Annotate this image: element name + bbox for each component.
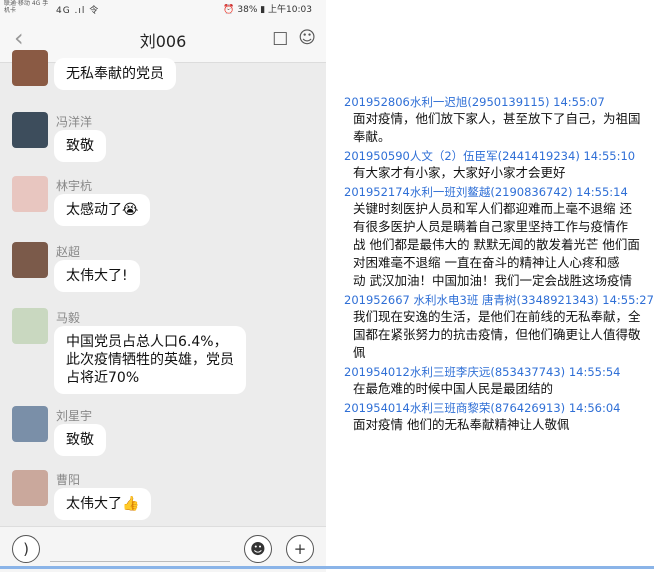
avatar[interactable] (12, 50, 48, 86)
entry-line: 我们现在安逸的生活，是他们在前线的无私奉献，全 (353, 309, 641, 324)
sender-name: 刘星宇 (56, 409, 93, 423)
entry-line: 国都在紧张努力的抗击疫情，但他们确更让人值得敬 (353, 327, 641, 342)
entry-line: 面对疫情 他们的无私奉献精神让人敬佩 (353, 417, 570, 432)
bubble-line: 占将近70% (66, 370, 140, 386)
notebook-icon[interactable]: □ (272, 28, 288, 48)
message-bubble[interactable]: 太伟大了👍 (54, 488, 152, 520)
entry-body: 有大家才有小家，大家好小家才会更好 (344, 164, 654, 182)
avatar[interactable] (12, 406, 48, 442)
entry-line: 有大家才有小家，大家好小家才会更好 (353, 165, 566, 180)
log-entry: 201954012水利三班李庆远(853437743) 14:55:54 在最危… (344, 364, 654, 398)
message-bubble[interactable]: 致敬 (54, 424, 106, 456)
avatar[interactable] (12, 308, 48, 344)
entry-line: 动 武汉加油！中国加油！我们一定会战胜这场疫情 (353, 273, 632, 288)
group-members-icon[interactable]: ☺ (298, 28, 316, 48)
voice-icon[interactable]: ) (12, 535, 40, 563)
signal-icon: 4G .ıl 令 (56, 6, 100, 16)
avatar[interactable] (12, 470, 48, 506)
bottom-divider (0, 566, 654, 569)
message-bubble[interactable]: 太伟大了! (54, 260, 140, 292)
log-entry: 201954014水利三班商黎荣(876426913) 14:56:04 面对疫… (344, 400, 654, 434)
entry-line: 佩 (353, 345, 366, 360)
entry-header: 201954012水利三班李庆远(853437743) 14:55:54 (344, 365, 621, 379)
log-entry: 201952806水利一迟旭(2950139115) 14:55:07 面对疫情… (344, 94, 654, 146)
entry-body: 在最危难的时候中国人民是最团结的 (344, 380, 654, 398)
sender-name: 赵超 (56, 245, 81, 259)
plus-icon[interactable]: + (286, 535, 314, 563)
phone-screenshot: 联通·移动 4G 手机卡 4G .ıl 令 ⏰ 38% ▮ 上午10:03 ‹ … (0, 0, 326, 572)
message-bubble[interactable]: 太感动了😭 (54, 194, 151, 226)
entry-header: 201952806水利一迟旭(2950139115) 14:55:07 (344, 95, 605, 109)
bubble-line: 此次疫情牺牲的英雄，党员 (66, 352, 234, 368)
entry-header: 201954014水利三班商黎荣(876426913) 14:56:04 (344, 401, 621, 415)
message-bubble[interactable]: 无私奉献的党员 (54, 58, 176, 90)
entry-line: 有很多医护人员是瞒着自己家里坚持工作与疫情作 (353, 219, 629, 234)
avatar[interactable] (12, 242, 48, 278)
entry-line: 在最危难的时候中国人民是最团结的 (353, 381, 554, 396)
entry-line: 面对疫情，他们放下家人，甚至放下了自己，为祖国 (353, 111, 641, 126)
log-entry: 201952174水利一班刘鳌越(2190836742) 14:55:14 关键… (344, 184, 654, 290)
entry-line: 战 他们都是最伟大的 默默无闻的散发着光芒 他们面 (353, 237, 640, 252)
avatar[interactable] (12, 112, 48, 148)
message-list[interactable]: 无私奉献的党员 冯洋洋 致敬 林宇杭 太感动了😭 赵超 太伟大了! 马毅 中国党… (0, 50, 326, 526)
entry-body: 关键时刻医护人员和军人们都迎难而上毫不退缩 还 有很多医护人员是瞒着自己家里坚持… (344, 200, 654, 290)
entry-body: 我们现在安逸的生活，是他们在前线的无私奉献，全 国都在紧张努力的抗击疫情，但他们… (344, 308, 654, 362)
chat-header: ‹ 刘006 □ ☺ (0, 16, 326, 63)
bubble-line: 中国党员占总人口6.4%， (66, 334, 228, 350)
entry-line: 关键时刻医护人员和军人们都迎难而上毫不退缩 还 (353, 201, 632, 216)
carrier-label: 联通·移动 4G 手机卡 (4, 0, 49, 14)
emoji-icon[interactable]: ☻ (244, 535, 272, 563)
status-right: ⏰ 38% ▮ 上午10:03 (223, 5, 312, 15)
sender-name: 马毅 (56, 311, 81, 325)
sender-name: 林宇杭 (56, 179, 93, 193)
status-bar: 联通·移动 4G 手机卡 4G .ıl 令 ⏰ 38% ▮ 上午10:03 (0, 0, 326, 16)
entry-line: 对困难毫不退缩 一直在奋斗的精神让人心疼和感 (353, 255, 620, 270)
sender-name: 冯洋洋 (56, 115, 93, 129)
log-entry: 201952667 水利水电3班 唐青树(3348921343) 14:55:2… (344, 292, 654, 362)
entry-header: 201950590人文（2）伍臣军(2441419234) 14:55:10 (344, 149, 636, 163)
entry-body: 面对疫情 他们的无私奉献精神让人敬佩 (344, 416, 654, 434)
entry-body: 面对疫情，他们放下家人，甚至放下了自己，为祖国 奉献。 (344, 110, 654, 146)
header-icons: □ ☺ (262, 28, 316, 48)
message-bubble[interactable]: 致敬 (54, 130, 106, 162)
entry-header: 201952174水利一班刘鳌越(2190836742) 14:55:14 (344, 185, 628, 199)
avatar[interactable] (12, 176, 48, 212)
group-chat-log: 201952806水利一迟旭(2950139115) 14:55:07 面对疫情… (344, 94, 654, 436)
entry-header: 201952667 水利水电3班 唐青树(3348921343) 14:55:2… (344, 293, 654, 307)
message-input[interactable] (50, 561, 230, 562)
entry-line: 奉献。 (353, 129, 391, 144)
sender-name: 曹阳 (56, 473, 81, 487)
log-entry: 201950590人文（2）伍臣军(2441419234) 14:55:10 有… (344, 148, 654, 182)
message-bubble[interactable]: 中国党员占总人口6.4%， 此次疫情牺牲的英雄，党员 占将近70% (54, 326, 246, 394)
